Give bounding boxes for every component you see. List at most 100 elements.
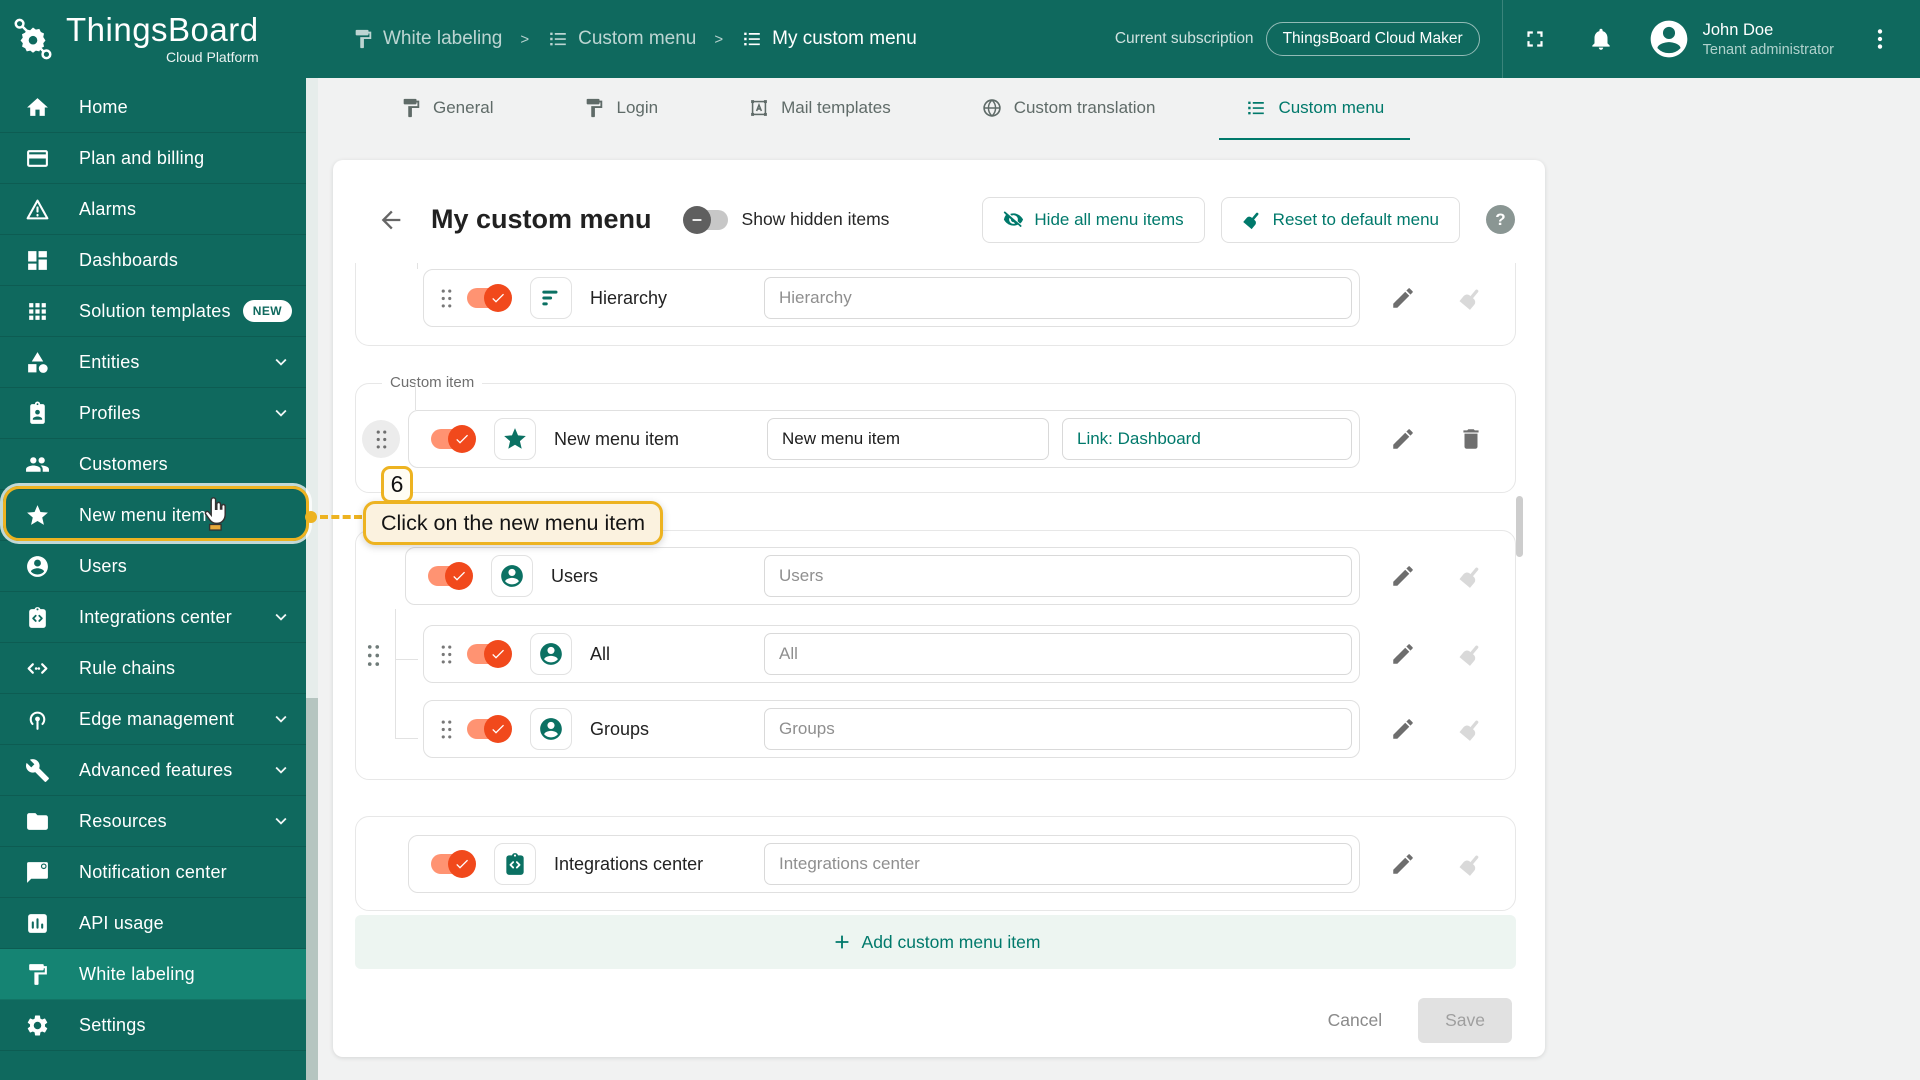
reset-brush-button[interactable]: [1458, 285, 1484, 311]
rule-chain-icon: [27, 662, 48, 674]
reset-brush-button[interactable]: [1458, 716, 1484, 742]
breadcrumb-separator: >: [714, 30, 724, 48]
tab-custom-translation[interactable]: Custom translation: [955, 78, 1182, 140]
help-button[interactable]: ?: [1486, 205, 1515, 235]
tab-mail-templates[interactable]: Mail templates: [722, 78, 917, 140]
back-button[interactable]: [377, 204, 409, 236]
avatar[interactable]: [1647, 17, 1691, 61]
toggle-knob: [484, 284, 512, 313]
edit-pencil-button[interactable]: [1390, 641, 1416, 667]
reset-brush-button[interactable]: [1458, 641, 1484, 667]
visibility-toggle[interactable]: [431, 850, 476, 879]
visibility-toggle[interactable]: [467, 640, 512, 669]
kebab-menu-button[interactable]: [1858, 17, 1902, 61]
sidebar-item-alarms[interactable]: Alarms: [0, 184, 306, 235]
sidebar-item-entities[interactable]: Entities: [0, 337, 306, 388]
list-icon: [547, 28, 569, 50]
tools-icon: [25, 758, 49, 782]
bell-icon: [1588, 26, 1614, 52]
coach-connector-dot: [305, 511, 317, 523]
paint-roller-icon: [587, 98, 603, 118]
subscription-plan-button[interactable]: ThingsBoard Cloud Maker: [1265, 22, 1480, 56]
integrations-icon: [29, 606, 46, 628]
menu-item-link-input[interactable]: [1062, 418, 1352, 461]
eye-off-icon: [1003, 209, 1024, 230]
sidebar-item-integrations-center[interactable]: Integrations center: [0, 592, 306, 643]
menu-item-name-input[interactable]: [764, 277, 1352, 320]
edit-pencil-button[interactable]: [1390, 851, 1416, 877]
edit-pencil-button[interactable]: [1390, 285, 1416, 311]
sidebar-scrollbar-thumb[interactable]: [306, 78, 318, 698]
drag-handle-icon[interactable]: [440, 719, 453, 740]
sidebar-item-label: API usage: [79, 912, 164, 933]
save-button[interactable]: Save: [1418, 998, 1512, 1043]
drag-handle-icon[interactable]: [440, 288, 453, 309]
sidebar-item-label: Rule chains: [79, 657, 176, 678]
drag-handle-icon[interactable]: [362, 420, 400, 459]
reset-brush-button[interactable]: [1458, 563, 1484, 589]
sidebar-item-solution-templates[interactable]: Solution templates NEW: [0, 286, 306, 337]
custom-item-legend: Custom item: [382, 374, 483, 392]
sidebar-item-api-usage[interactable]: API usage: [0, 898, 306, 949]
sidebar-scrollbar[interactable]: [306, 78, 318, 1080]
visibility-toggle[interactable]: [428, 562, 473, 591]
visibility-toggle[interactable]: [467, 284, 512, 313]
sidebar-item-profiles[interactable]: Profiles: [0, 388, 306, 439]
globe-icon: [982, 99, 1001, 117]
menu-item-name-input[interactable]: [764, 843, 1352, 886]
menu-item-name-input[interactable]: [764, 555, 1352, 598]
top-right-cluster: Current subscription ThingsBoard Cloud M…: [1115, 0, 1920, 78]
list-scrollbar-thumb[interactable]: [1516, 496, 1523, 557]
top-bar: ThingsBoard Cloud Platform White labelin…: [0, 0, 1920, 78]
cancel-button[interactable]: Cancel: [1322, 1009, 1388, 1032]
sidebar-item-edge-management[interactable]: Edge management: [0, 694, 306, 745]
sidebar-item-dashboards[interactable]: Dashboards: [0, 235, 306, 286]
sidebar-item-users[interactable]: Users: [0, 541, 306, 592]
app-root: ThingsBoard Cloud Platform White labelin…: [0, 0, 1920, 1080]
notifications-button[interactable]: [1579, 17, 1623, 61]
visibility-toggle[interactable]: [467, 715, 512, 744]
drag-handle-icon[interactable]: [440, 644, 453, 665]
sidebar-item-white-labeling[interactable]: White labeling: [0, 949, 306, 1000]
page-title: My custom menu: [431, 204, 652, 235]
sidebar-item-settings[interactable]: Settings: [0, 1000, 306, 1051]
custom-menu-panel: My custom menu Show hidden items Hide al…: [333, 160, 1545, 1057]
delete-trash-button[interactable]: [1458, 426, 1484, 452]
user-info: John Doe Tenant administrator: [1703, 21, 1834, 58]
sidebar-item-home[interactable]: Home: [0, 82, 306, 133]
breadcrumb-custom-menu[interactable]: Custom menu: [547, 28, 696, 50]
visibility-toggle[interactable]: [431, 425, 476, 454]
sidebar-item-new-menu-item[interactable]: New menu item: [0, 490, 306, 541]
logo[interactable]: ThingsBoard Cloud Platform: [0, 13, 300, 65]
add-custom-menu-item-button[interactable]: Add custom menu item: [355, 915, 1516, 970]
reset-brush-button[interactable]: [1458, 851, 1484, 877]
menu-item-row-all: All: [362, 625, 1497, 684]
tab-label: Mail templates: [781, 98, 891, 117]
edit-pencil-button[interactable]: [1390, 716, 1416, 742]
hide-all-menu-items-button[interactable]: Hide all menu items: [982, 196, 1205, 243]
show-hidden-toggle[interactable]: [682, 205, 728, 234]
reset-to-default-button[interactable]: Reset to default menu: [1220, 196, 1460, 243]
toggle-knob: [682, 205, 711, 234]
sidebar-item-advanced-features[interactable]: Advanced features: [0, 745, 306, 796]
edit-pencil-button[interactable]: [1390, 426, 1416, 452]
menu-item-name-input[interactable]: [767, 418, 1049, 461]
person-circle-icon: [27, 555, 48, 577]
sidebar-item-customers[interactable]: Customers: [0, 439, 306, 490]
edit-pencil-button[interactable]: [1390, 563, 1416, 589]
tab-general[interactable]: General: [374, 78, 519, 140]
menu-item-name-input[interactable]: [764, 708, 1352, 751]
sidebar-item-resources[interactable]: Resources: [0, 796, 306, 847]
tab-login[interactable]: Login: [557, 78, 684, 140]
sidebar-item-rule-chains[interactable]: Rule chains: [0, 643, 306, 694]
chevron-down-icon: [270, 351, 292, 373]
sidebar-item-plan-and-billing[interactable]: Plan and billing: [0, 133, 306, 184]
breadcrumb-white-labeling[interactable]: White labeling: [352, 28, 502, 50]
breadcrumb: White labeling > Custom menu > My custom…: [352, 28, 917, 50]
sidebar-item-notification-center[interactable]: Notification center: [0, 847, 306, 898]
tree-connector: [415, 384, 416, 411]
menu-item-name-input[interactable]: [764, 633, 1352, 676]
tab-custom-menu[interactable]: Custom menu: [1219, 78, 1411, 140]
fullscreen-button[interactable]: [1513, 17, 1557, 61]
check-icon: [456, 434, 468, 444]
